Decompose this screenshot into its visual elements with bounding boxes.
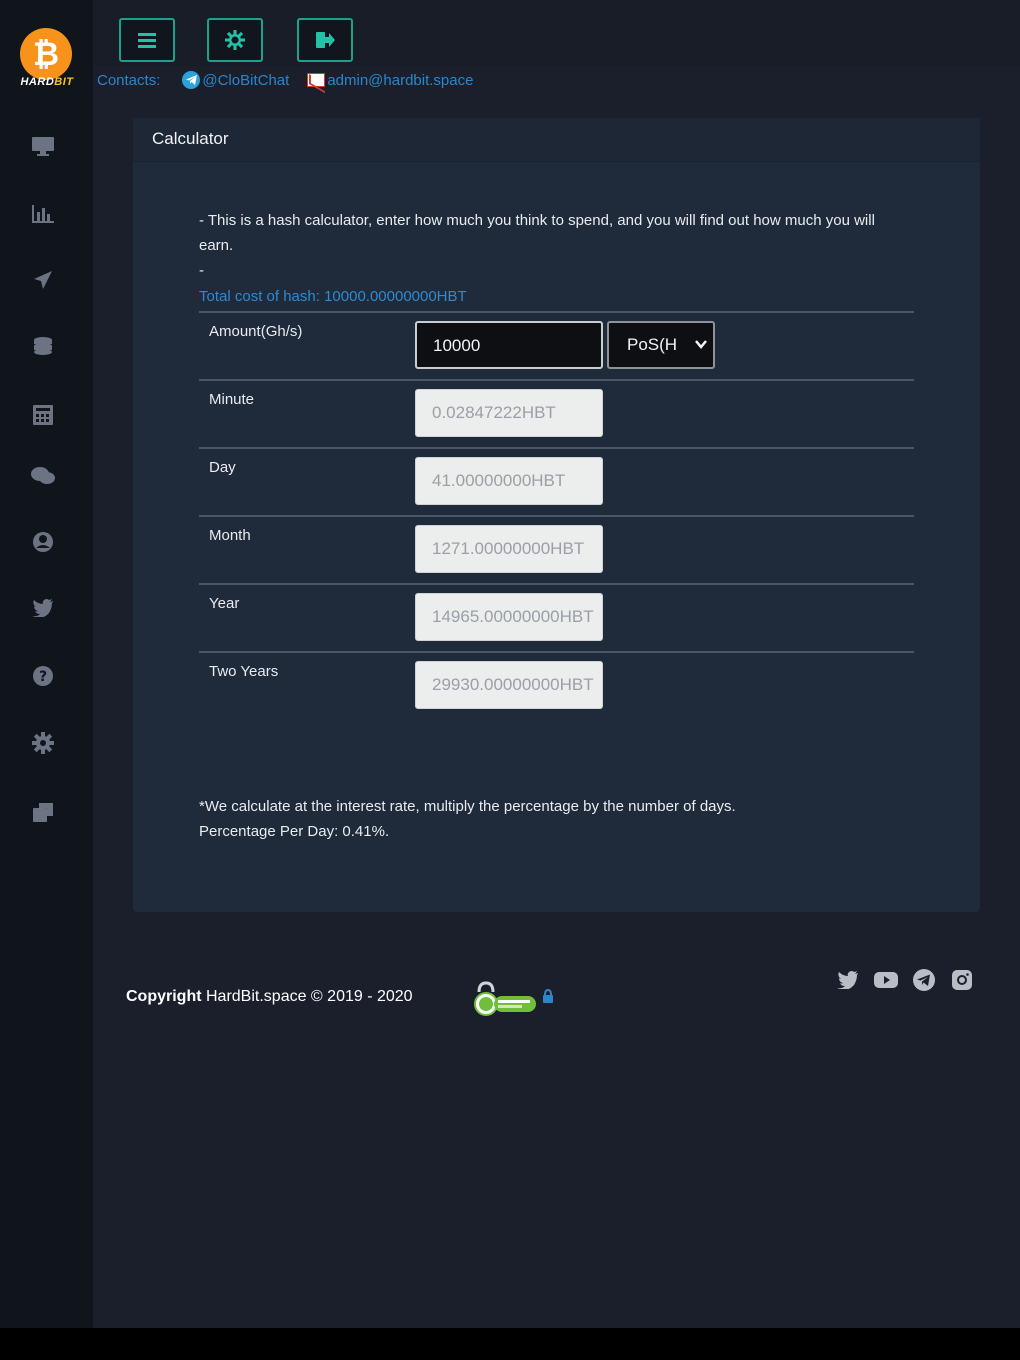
calculator-intro: - This is a hash calculator, enter how m… — [199, 208, 899, 283]
chat-icon[interactable] — [26, 461, 60, 491]
logout-icon — [316, 32, 335, 48]
instagram-icon[interactable] — [950, 968, 974, 992]
gear-icon[interactable] — [26, 728, 60, 758]
telegram-icon — [182, 71, 201, 89]
wallet-icon[interactable] — [26, 797, 60, 827]
unit-select[interactable]: PoS(H — [607, 321, 715, 369]
help-icon[interactable]: ? — [26, 661, 60, 691]
unit-select-value: PoS(H — [627, 335, 678, 354]
table-row-amount: Amount(Gh/s) 10000 PoS(H — [199, 311, 914, 379]
menu-icon — [138, 33, 156, 48]
day-label: Day — [209, 459, 236, 476]
year-label: Year — [209, 595, 240, 612]
amount-input[interactable]: 10000 — [415, 321, 603, 369]
twitter-icon[interactable] — [26, 593, 60, 623]
amount-label: Amount(Gh/s) — [209, 323, 303, 340]
twitter-icon[interactable] — [836, 968, 860, 992]
contacts-bar: Contacts: @CloBitChat admin@hardbit.spac… — [97, 70, 491, 90]
table-row-two-years: Two Years 29930.00000000HBT — [199, 651, 914, 719]
social-links — [836, 968, 974, 992]
telegram-contact-link[interactable]: @CloBitChat — [182, 71, 289, 89]
minute-output[interactable]: 0.02847222HBT — [415, 389, 603, 437]
security-badge-icon[interactable] — [472, 980, 553, 1018]
calculator-table: Amount(Gh/s) 10000 PoS(H Minute 0.028472… — [199, 311, 914, 719]
total-cost-text: Total cost of hash: 10000.00000000HBT — [199, 288, 467, 305]
monitor-icon[interactable] — [26, 131, 60, 161]
mail-icon — [307, 73, 326, 87]
day-output[interactable]: 41.00000000HBT — [415, 457, 603, 505]
percentage-per-day: Percentage Per Day: 0.41%. — [199, 823, 390, 840]
table-row-minute: Minute 0.02847222HBT — [199, 379, 914, 447]
table-row-month: Month 1271.00000000HBT — [199, 515, 914, 583]
chevron-down-icon — [695, 323, 707, 384]
note-text: *We calculate at the interest rate, mult… — [199, 798, 736, 815]
interest-note: *We calculate at the interest rate, mult… — [199, 794, 919, 844]
user-icon[interactable] — [26, 527, 60, 557]
sidebar: ₿ HARDBIT ? — [0, 0, 93, 1328]
contacts-label: Contacts: — [97, 71, 161, 89]
year-output[interactable]: 14965.00000000HBT — [415, 593, 603, 641]
calculator-icon[interactable] — [26, 400, 60, 430]
month-label: Month — [209, 527, 251, 544]
bitcoin-logo-icon: ₿ — [20, 28, 72, 80]
settings-button[interactable] — [207, 18, 263, 62]
month-output[interactable]: 1271.00000000HBT — [415, 525, 603, 573]
logo-text-hard: HARD — [20, 76, 55, 88]
intro-text: - This is a hash calculator, enter how m… — [199, 212, 875, 254]
logout-button[interactable] — [297, 18, 353, 62]
copyright-text: Copyright HardBit.space © 2019 - 2020 — [126, 988, 413, 1006]
email-address: admin@hardbit.space — [327, 71, 474, 89]
logo-text-bit: BIT — [54, 76, 74, 88]
telegram-handle: @CloBitChat — [202, 71, 290, 89]
copyright-rest: HardBit.space © 2019 - 2020 — [201, 988, 413, 1005]
intro-dash: - — [199, 262, 204, 279]
svg-text:?: ? — [39, 669, 47, 685]
email-contact-link[interactable]: admin@hardbit.space — [307, 72, 473, 89]
logo[interactable]: ₿ HARDBIT — [14, 28, 80, 94]
plane-icon[interactable] — [26, 265, 60, 295]
copyright-bold: Copyright — [126, 988, 202, 1005]
database-icon[interactable] — [26, 332, 60, 362]
calculator-card: Calculator - This is a hash calculator, … — [133, 118, 980, 912]
youtube-icon[interactable] — [874, 968, 898, 992]
menu-button[interactable] — [119, 18, 175, 62]
two-years-label: Two Years — [209, 663, 279, 680]
app-root: ₿ HARDBIT ? Contacts: @CloBitChat admin@… — [0, 0, 1020, 1328]
card-title: Calculator — [133, 118, 980, 162]
minute-label: Minute — [209, 391, 255, 408]
table-row-year: Year 14965.00000000HBT — [199, 583, 914, 651]
logo-text: HARDBIT — [14, 76, 80, 88]
table-row-day: Day 41.00000000HBT — [199, 447, 914, 515]
settings-icon — [225, 30, 245, 50]
two-years-output[interactable]: 29930.00000000HBT — [415, 661, 603, 709]
telegram-icon[interactable] — [912, 968, 936, 992]
bar-chart-icon[interactable] — [26, 199, 60, 229]
